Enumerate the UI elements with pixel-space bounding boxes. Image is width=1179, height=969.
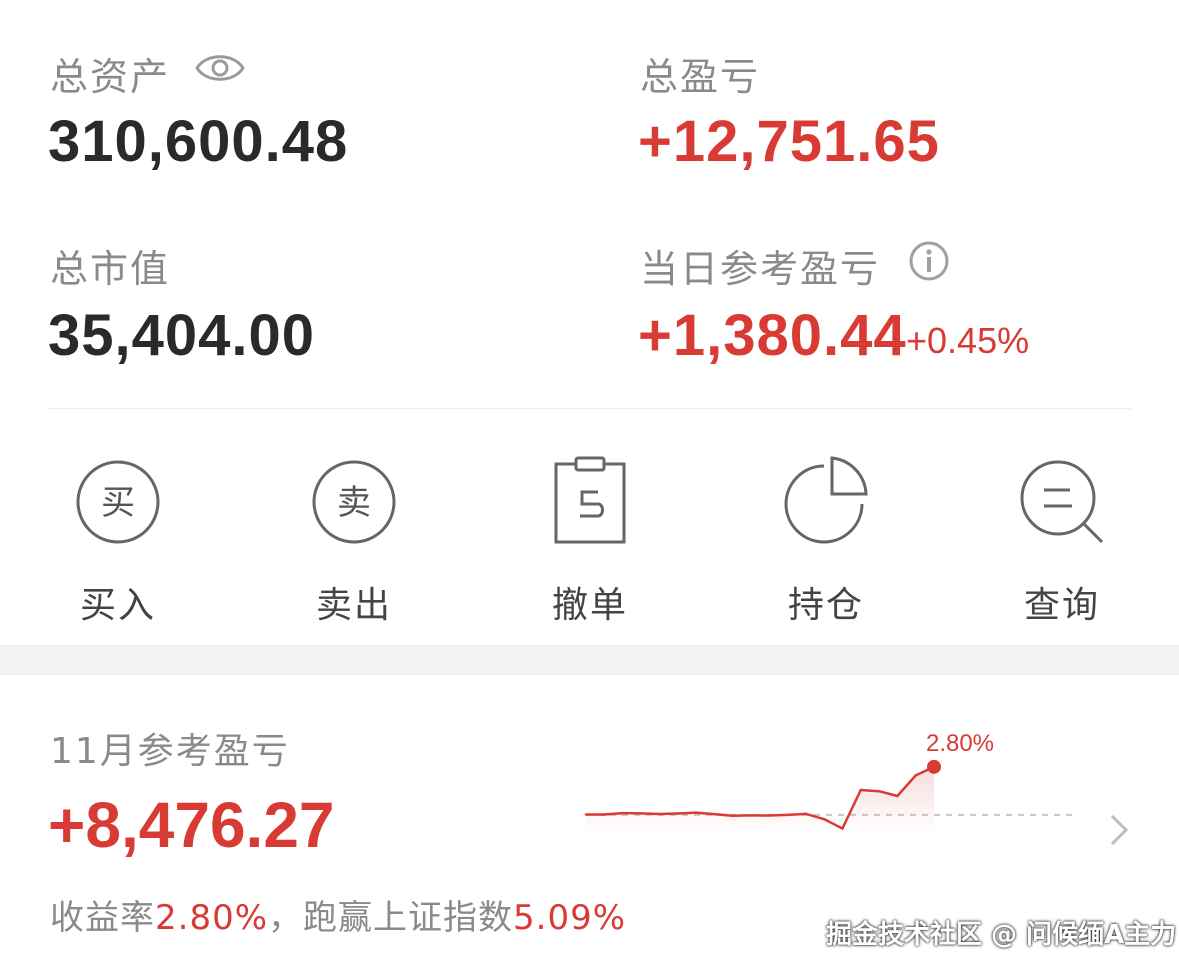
cancel-order-label: 撤单 [551, 585, 628, 626]
buy-icon: 买 [68, 452, 168, 552]
chart-end-point [927, 759, 941, 774]
monthly-pnl-chart: 2.80% [580, 720, 1100, 850]
watermark: 掘金技术社区 @ 问候缅A主力 [826, 920, 1177, 950]
chart-line-segment [603, 811, 624, 816]
beat-value: 5.09% [513, 898, 627, 938]
total-assets-label: 总资产 [50, 55, 171, 99]
daily-pnl-label: 当日参考盈亏 [640, 247, 881, 291]
buy-glyph: 买 [101, 483, 135, 523]
sell-button[interactable]: 卖 卖出 [274, 452, 434, 628]
monthly-pnl-label: 11月参考盈亏 [50, 731, 290, 772]
monthly-yield-line: 收益率2.80%，跑赢上证指数5.09% [50, 890, 626, 939]
chart-line-segment [639, 812, 661, 816]
sell-label: 卖出 [315, 585, 392, 626]
chart-line-segment [859, 788, 881, 793]
query-label: 查询 [1023, 585, 1100, 626]
daily-pnl-percent: +0.45% [906, 320, 1030, 361]
positions-label: 持仓 [787, 585, 864, 626]
sell-glyph: 卖 [337, 483, 371, 523]
chart-line-segment [694, 811, 716, 816]
chart-area [586, 766, 934, 832]
positions-button[interactable]: 持仓 [746, 452, 906, 628]
monthly-pnl-value: +8,476.27 [48, 789, 335, 861]
eye-icon[interactable] [194, 46, 246, 90]
pie-chart-icon [776, 452, 876, 552]
chart-end-label: 2.80% [926, 730, 994, 757]
chart-line-segment [712, 812, 734, 817]
query-button[interactable]: 查询 [982, 452, 1142, 628]
yield-value: 2.80% [155, 898, 269, 938]
section-gap [0, 645, 1179, 675]
daily-pnl-value: +1,380.44 [638, 303, 907, 368]
search-icon [1012, 452, 1112, 552]
market-value-value: 35,404.00 [48, 303, 316, 368]
total-assets-value: 310,600.48 [48, 109, 349, 174]
chart-line-segment [767, 813, 789, 817]
chart-line-segment [786, 812, 808, 817]
beat-label: ，跑赢上证指数 [268, 898, 514, 938]
market-value-label: 总市值 [50, 247, 171, 291]
divider [48, 408, 1131, 409]
chevron-right-icon[interactable] [1104, 810, 1134, 850]
info-icon[interactable] [908, 240, 950, 282]
yield-label: 收益率 [50, 898, 155, 938]
total-pnl-label: 总盈亏 [640, 55, 761, 99]
chart-line-segment [676, 811, 698, 815]
cancel-order-icon [540, 452, 640, 552]
buy-label: 买入 [79, 585, 156, 626]
total-pnl-value: +12,751.65 [638, 109, 940, 174]
cancel-order-button[interactable]: 撤单 [510, 452, 670, 628]
chart-line-segment [658, 812, 679, 816]
buy-button[interactable]: 买 买入 [38, 452, 198, 628]
sell-icon: 卖 [304, 452, 404, 552]
